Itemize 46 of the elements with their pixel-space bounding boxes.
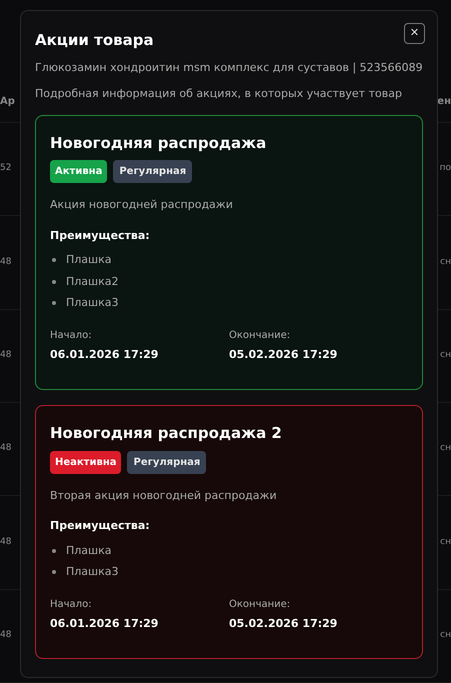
dialog-description: Подробная информация об акциях, в которых участвует товар	[35, 86, 403, 102]
table-cell-text: 48	[0, 629, 12, 642]
end-date: 05.02.2026 17:29	[229, 346, 338, 362]
benefits-heading: Преимущества:	[50, 228, 151, 244]
bullet-icon	[52, 301, 56, 306]
table-cell-text: 48	[0, 256, 12, 269]
table-cell-text: сн	[440, 349, 451, 362]
end-date: 05.02.2026 17:29	[229, 616, 338, 632]
benefit-item: Плашка	[66, 542, 112, 558]
benefit-item: Плашка3	[66, 295, 118, 311]
bullet-icon	[52, 570, 56, 574]
close-button[interactable]: ✕	[404, 23, 425, 44]
table-cell-text: 52	[0, 162, 12, 176]
benefits-heading: Преимущества:	[50, 518, 151, 534]
table-cell-text: 48	[0, 349, 12, 362]
table-cell-text: 48	[0, 536, 12, 549]
column-header: Ар	[0, 95, 15, 110]
end-label: Окончание:	[229, 598, 292, 612]
type-badge: Регулярная	[113, 160, 192, 183]
promotion-title: Новогодняя распродажа	[50, 132, 268, 154]
dialog-title: Акции товара	[35, 30, 154, 51]
benefit-item: Плашка3	[66, 564, 118, 580]
table-cell-text: сн	[440, 442, 451, 456]
promotion-description: Вторая акция новогодней распродажи	[50, 488, 278, 504]
bullet-icon	[52, 280, 56, 284]
status-badge: Неактивна	[50, 450, 122, 474]
bullet-icon	[52, 548, 56, 553]
start-date: 06.01.2026 17:29	[50, 346, 160, 362]
benefit-item: Плашка2	[66, 274, 118, 290]
end-label: Окончание:	[229, 328, 292, 342]
bullet-icon	[52, 258, 56, 262]
benefit-item: Плашка	[66, 252, 112, 268]
table-cell-text: сн	[440, 256, 451, 269]
promotion-description: Акция новогодней распродажи	[50, 197, 234, 213]
table-cell-text: по	[440, 162, 451, 176]
table-cell-text: сн	[440, 629, 451, 642]
promotion-title: Новогодняя распродажа 2	[50, 423, 283, 444]
table-cell-text: сн	[440, 536, 451, 549]
product-name: Глюкозамин хондроитин msm комплекс для суставов | 523566089	[35, 60, 423, 76]
column-header: ен	[437, 95, 451, 110]
table-cell-text: 48	[0, 442, 12, 456]
start-label: Начало:	[50, 328, 93, 342]
status-badge: Активна	[50, 160, 108, 183]
type-badge: Регулярная	[127, 450, 206, 474]
start-date: 06.01.2026 17:29	[50, 616, 160, 632]
start-label: Начало:	[50, 598, 93, 612]
